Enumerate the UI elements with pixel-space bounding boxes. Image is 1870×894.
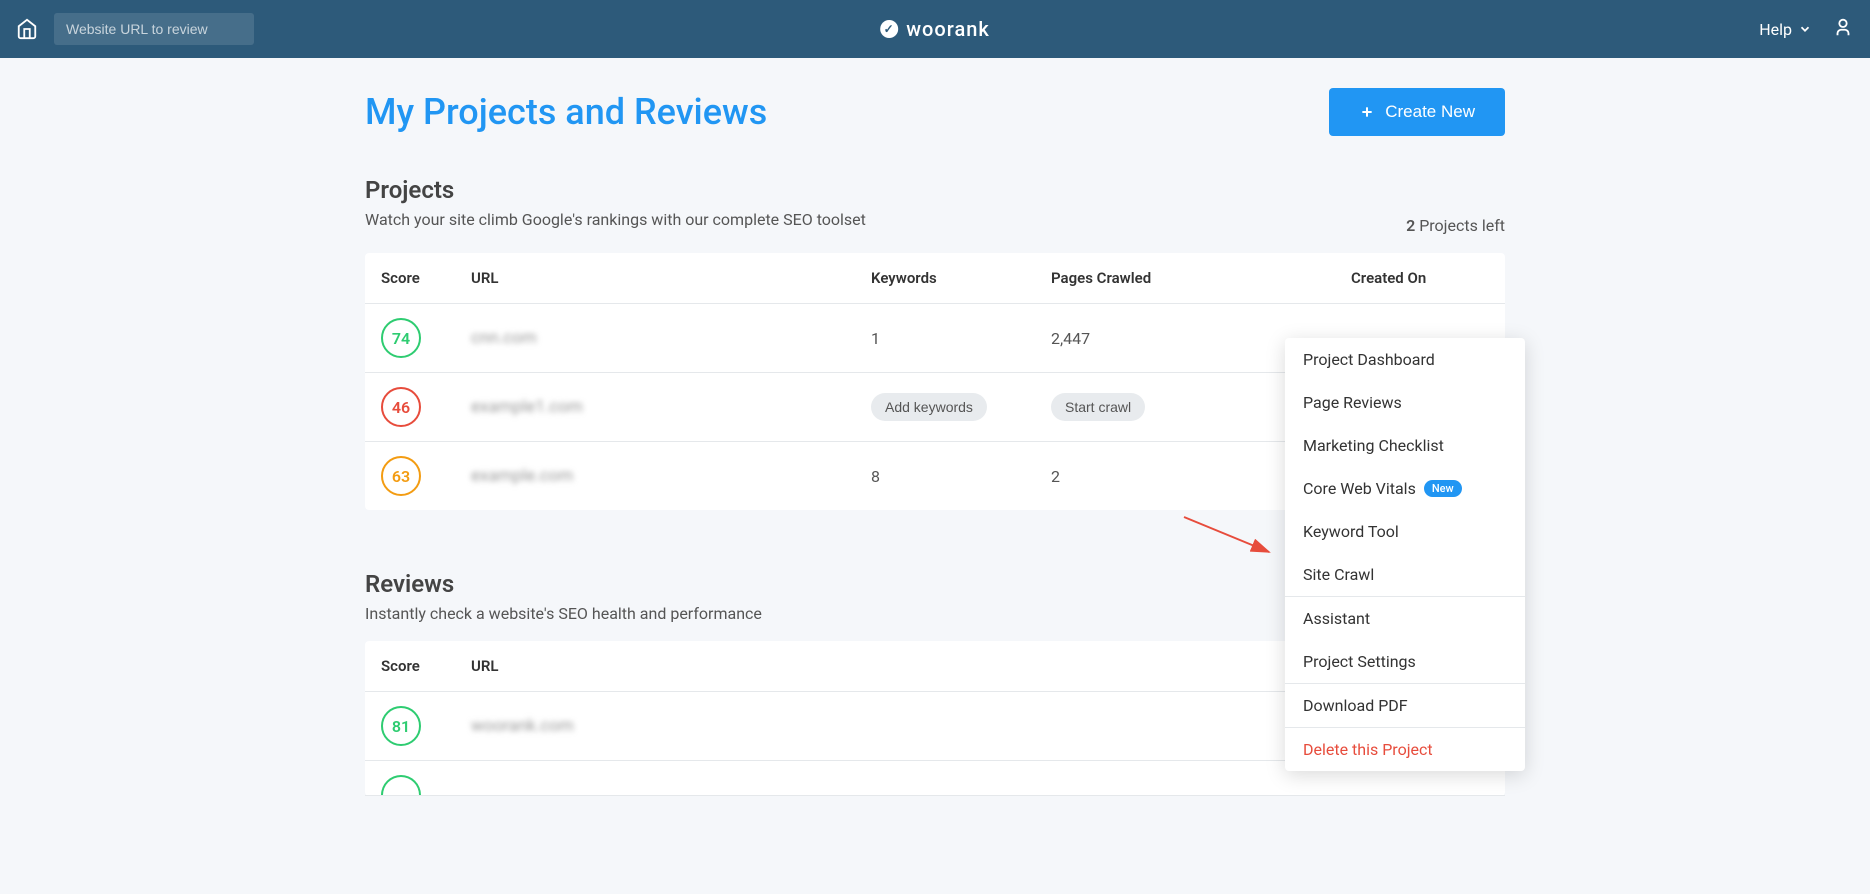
score-badge: 74 <box>381 318 421 358</box>
score-badge-partial <box>381 775 421 795</box>
new-badge: New <box>1424 480 1462 497</box>
menu-page-reviews[interactable]: Page Reviews <box>1285 381 1525 424</box>
score-badge: 46 <box>381 387 421 427</box>
url-review-input[interactable] <box>54 13 254 45</box>
create-new-button[interactable]: Create New <box>1329 88 1505 136</box>
menu-delete-project[interactable]: Delete this Project <box>1285 728 1525 771</box>
menu-keyword-tool[interactable]: Keyword Tool <box>1285 510 1525 553</box>
score-badge: 63 <box>381 456 421 496</box>
projects-subtitle: Watch your site climb Google's rankings … <box>365 210 866 229</box>
keywords-value: 8 <box>871 467 1051 486</box>
menu-core-web-vitals[interactable]: Core Web Vitals New <box>1285 467 1525 510</box>
menu-project-settings[interactable]: Project Settings <box>1285 640 1525 683</box>
col-keywords: Keywords <box>871 269 1051 287</box>
project-url: cnn.com <box>471 328 871 348</box>
project-actions-dropdown: Project Dashboard Page Reviews Marketing… <box>1285 338 1525 771</box>
keywords-value: 1 <box>871 329 1051 348</box>
menu-download-pdf[interactable]: Download PDF <box>1285 684 1525 727</box>
projects-table-header: Score URL Keywords Pages Crawled Created… <box>365 253 1505 304</box>
topbar: ✓ woorank Help <box>0 0 1870 58</box>
menu-project-dashboard[interactable]: Project Dashboard <box>1285 338 1525 381</box>
score-badge: 81 <box>381 706 421 746</box>
project-url: example1.com <box>471 397 871 417</box>
create-btn-label: Create New <box>1385 102 1475 122</box>
plus-icon <box>1359 104 1375 120</box>
start-crawl-button[interactable]: Start crawl <box>1051 393 1145 421</box>
logo[interactable]: ✓ woorank <box>880 17 990 41</box>
col-score: Score <box>381 657 471 675</box>
help-label: Help <box>1759 20 1792 39</box>
add-keywords-button[interactable]: Add keywords <box>871 393 987 421</box>
project-url: example.com <box>471 466 871 486</box>
col-url: URL <box>471 269 871 287</box>
col-created-on: Created On <box>1351 269 1489 287</box>
col-pages-crawled: Pages Crawled <box>1051 269 1351 287</box>
page-header: My Projects and Reviews Create New <box>365 88 1505 136</box>
menu-site-crawl[interactable]: Site Crawl <box>1285 553 1525 596</box>
home-icon[interactable] <box>16 18 38 40</box>
logo-check-icon: ✓ <box>880 20 898 38</box>
projects-section-header: Projects Watch your site climb Google's … <box>365 176 1505 235</box>
chevron-down-icon <box>1798 22 1812 36</box>
arrow-annotation <box>1179 512 1279 562</box>
user-icon[interactable] <box>1832 16 1854 42</box>
topbar-right: Help <box>1759 16 1854 42</box>
help-link[interactable]: Help <box>1759 20 1812 39</box>
main-container: My Projects and Reviews Create New Proje… <box>345 58 1525 826</box>
logo-text: woorank <box>906 17 990 41</box>
projects-left-count: 2 Projects left <box>1406 216 1505 235</box>
col-score: Score <box>381 269 471 287</box>
page-title: My Projects and Reviews <box>365 91 767 133</box>
menu-assistant[interactable]: Assistant <box>1285 597 1525 640</box>
projects-title: Projects <box>365 176 866 204</box>
menu-marketing-checklist[interactable]: Marketing Checklist <box>1285 424 1525 467</box>
